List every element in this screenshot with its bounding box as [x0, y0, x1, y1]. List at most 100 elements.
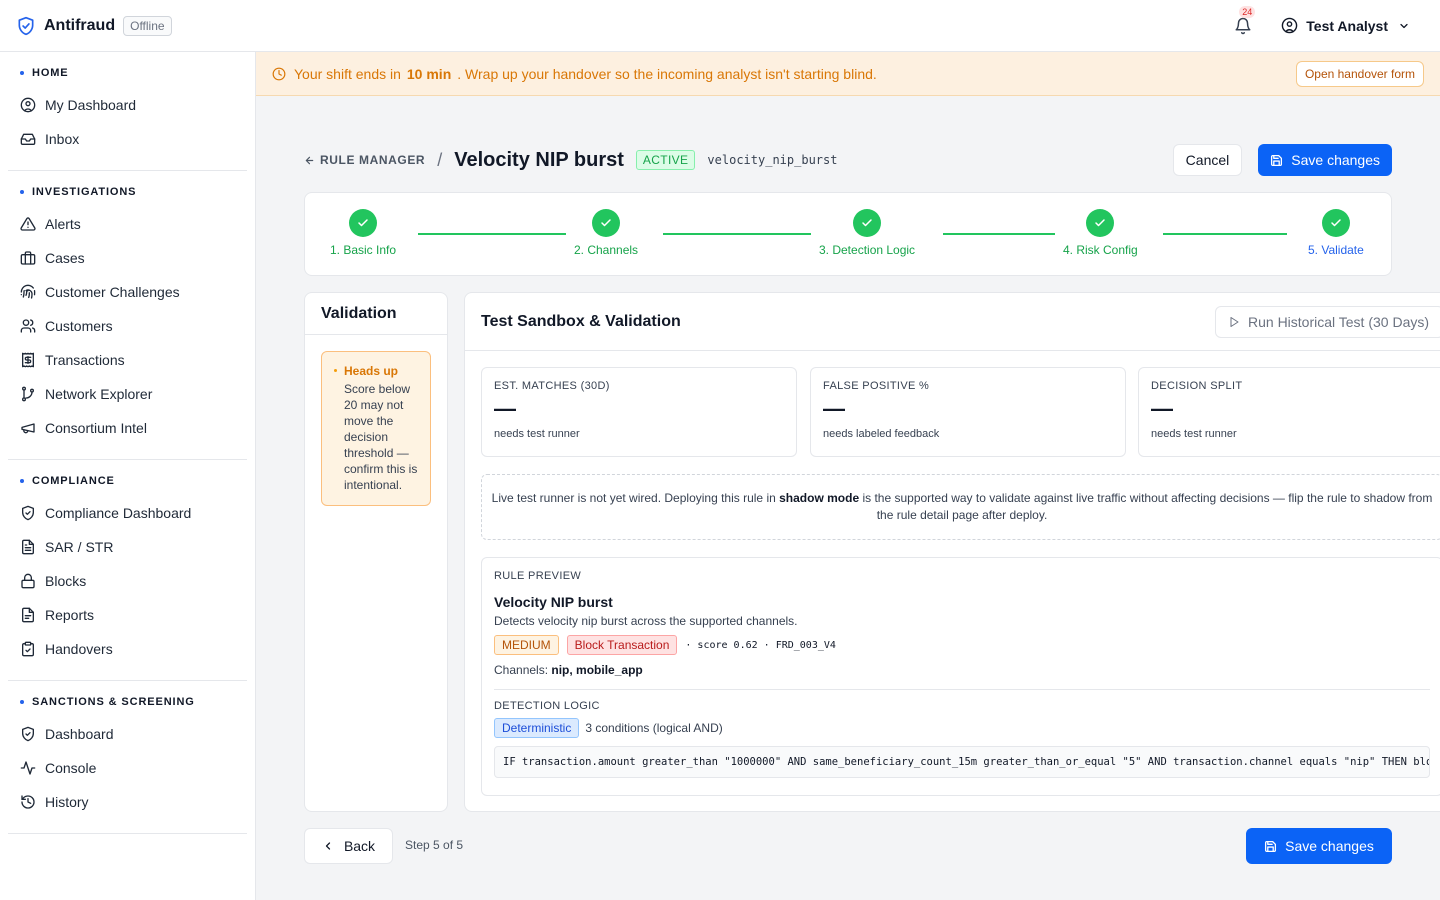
sidebar-item-label: Consortium Intel	[45, 420, 147, 436]
nav-section-home: HOME My Dashboard Inbox	[8, 52, 247, 171]
back-button[interactable]: Back	[304, 828, 393, 864]
check-icon	[1095, 219, 1106, 227]
sidebar-item-label: SAR / STR	[45, 539, 114, 555]
rule-preview: RULE PREVIEW Velocity NIP burst Detects …	[481, 557, 1440, 796]
heads-up-title: Heads up	[344, 364, 399, 378]
sidebar-item-cases[interactable]: Cases	[8, 241, 247, 275]
user-name: Test Analyst	[1306, 17, 1388, 34]
sidebar-item-alerts[interactable]: Alerts	[8, 207, 247, 241]
sidebar-item-label: Network Explorer	[45, 386, 153, 402]
sidebar-item-label: My Dashboard	[45, 97, 137, 113]
rule-preview-label: RULE PREVIEW	[494, 570, 582, 582]
save-changes-button-bottom[interactable]: Save changes	[1246, 828, 1392, 864]
sidebar-item-reports[interactable]: Reports	[8, 598, 247, 632]
step-label: 1. Basic Info	[330, 243, 397, 257]
step-count: Step 5 of 5	[405, 838, 464, 852]
sidebar-item-compliance-dashboard[interactable]: Compliance Dashboard	[8, 496, 247, 530]
sidebar-item-customer-challenges[interactable]: Customer Challenges	[8, 275, 247, 309]
save-icon	[1265, 840, 1277, 852]
clock-icon	[272, 67, 286, 80]
sidebar-item-label: History	[45, 794, 89, 810]
heads-up-body: Score below 20 may not move the decision…	[344, 382, 418, 492]
file-icon	[22, 607, 34, 623]
notification-count: 24	[1239, 5, 1256, 18]
wizard-stepper: 1. Basic Info 2. Channels 3. Detection L…	[304, 192, 1392, 276]
sidebar-item-label: Compliance Dashboard	[45, 505, 192, 521]
sidebar-item-customers[interactable]: Customers	[8, 309, 247, 343]
banner-message: Your shift ends in 10 min. Wrap up your h…	[294, 65, 877, 82]
status-badge: ACTIVE	[635, 150, 696, 170]
step-validate[interactable]: 5. Validate	[1308, 209, 1364, 257]
shadow-mode-note: Live test runner is not yet wired. Deplo…	[481, 474, 1440, 540]
sidebar-item-label: Transactions	[45, 352, 125, 368]
sidebar-item-my-dashboard[interactable]: My Dashboard	[8, 88, 247, 122]
file-text-icon	[22, 539, 34, 555]
sidebar-item-inbox[interactable]: Inbox	[8, 122, 247, 156]
section-heading: HOME	[8, 66, 247, 80]
run-historical-test-button[interactable]: Run Historical Test (30 Days)	[1215, 306, 1440, 338]
users-icon	[20, 319, 36, 333]
megaphone-icon	[21, 423, 35, 434]
severity-badge: MEDIUM	[494, 635, 559, 655]
sidebar-item-history[interactable]: History	[8, 785, 247, 819]
sidebar-item-sar-str[interactable]: SAR / STR	[8, 530, 247, 564]
user-circle-icon	[20, 97, 36, 113]
step-connector	[418, 233, 566, 235]
cancel-button[interactable]: Cancel	[1172, 144, 1243, 176]
step-channels[interactable]: 2. Channels	[574, 209, 638, 257]
app-name: Antifraud	[44, 16, 116, 34]
nav-section-investigations: INVESTIGATIONS Alerts Cases Customer Cha…	[8, 171, 247, 460]
nav-section-sanctions: SANCTIONS & SCREENING Dashboard Console …	[8, 681, 247, 834]
step-label: 2. Channels	[574, 243, 639, 257]
save-changes-button[interactable]: Save changes	[1258, 144, 1392, 176]
brand[interactable]: Antifraud Offline	[16, 15, 172, 36]
sidebar-item-network-explorer[interactable]: Network Explorer	[8, 377, 247, 411]
briefcase-icon	[20, 251, 36, 265]
sidebar-item-blocks[interactable]: Blocks	[8, 564, 247, 598]
sidebar-item-label: Reports	[45, 607, 95, 623]
user-circle-icon	[1282, 17, 1298, 34]
step-risk-config[interactable]: 4. Risk Config	[1063, 209, 1138, 257]
git-branch-icon	[22, 386, 34, 402]
sidebar-item-handovers[interactable]: Handovers	[8, 632, 247, 666]
step-label: 5. Validate	[1308, 243, 1364, 257]
save-icon	[1271, 154, 1283, 166]
warning-triangle-icon	[20, 217, 36, 231]
status-badge: Offline	[123, 15, 172, 36]
top-bar: Antifraud Offline 24 Test Analyst	[0, 0, 1440, 52]
sandbox-title: Test Sandbox & Validation	[481, 312, 681, 330]
receipt-icon	[22, 352, 34, 368]
shield-check-icon	[22, 726, 34, 742]
rule-preview-description: Detects velocity nip burst across the su…	[494, 614, 798, 628]
step-connector	[1163, 233, 1287, 235]
section-heading: SANCTIONS & SCREENING	[8, 695, 247, 709]
sidebar-item-label: Console	[45, 760, 97, 776]
history-icon	[21, 795, 35, 809]
validation-card: Validation Heads up Score below 20 may n…	[304, 292, 448, 812]
sidebar-item-label: Inbox	[45, 131, 80, 147]
sidebar-item-transactions[interactable]: Transactions	[8, 343, 247, 377]
sidebar-item-sanctions-dashboard[interactable]: Dashboard	[8, 717, 247, 751]
inbox-icon	[20, 133, 36, 145]
bell-icon	[1235, 17, 1251, 34]
user-menu[interactable]: Test Analyst	[1281, 17, 1410, 34]
sidebar-item-label: Blocks	[45, 573, 87, 589]
step-basic-info[interactable]: 1. Basic Info	[330, 209, 396, 257]
check-icon	[601, 219, 611, 227]
step-detection-logic[interactable]: 3. Detection Logic	[819, 209, 915, 257]
breadcrumb-rule-manager[interactable]: RULE MANAGER	[304, 153, 425, 167]
notifications-button[interactable]: 24	[1231, 5, 1256, 38]
sidebar-item-consortium-intel[interactable]: Consortium Intel	[8, 411, 247, 445]
open-handover-form-button[interactable]: Open handover form	[1295, 60, 1424, 87]
logic-summary: 3 conditions (logical AND)	[585, 721, 723, 735]
chevron-left-icon	[325, 842, 331, 850]
validation-title: Validation	[305, 293, 447, 335]
detection-logic-label: DETECTION LOGIC	[494, 700, 600, 712]
sidebar-item-label: Dashboard	[45, 726, 114, 742]
sidebar-item-console[interactable]: Console	[8, 751, 247, 785]
breadcrumb-separator: /	[437, 149, 443, 170]
section-heading: INVESTIGATIONS	[8, 185, 247, 199]
step-label: 3. Detection Logic	[819, 243, 916, 257]
test-sandbox-card: Test Sandbox & Validation Run Historical…	[464, 292, 1440, 812]
logic-code: IF transaction.amount greater_than "1000…	[494, 746, 1430, 778]
